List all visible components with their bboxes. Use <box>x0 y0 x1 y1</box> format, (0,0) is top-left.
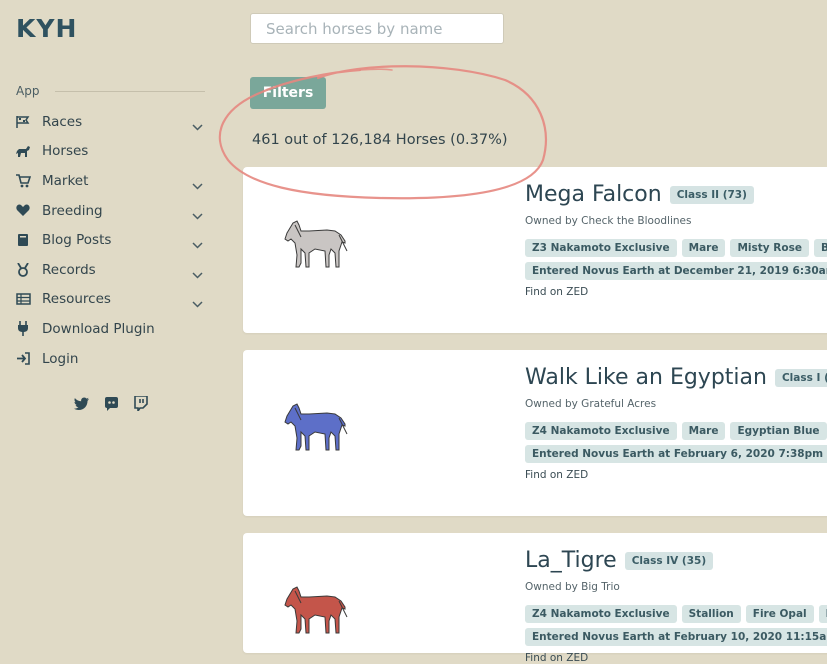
sidebar-item-login[interactable]: Login <box>0 344 225 374</box>
market-icon <box>15 173 31 189</box>
list-icon <box>15 291 31 307</box>
horse-tag: Egyptian Blue <box>730 422 827 440</box>
sidebar-item-label: Races <box>42 113 83 130</box>
social-links <box>73 395 149 411</box>
sidebar-item-breeding[interactable]: Breeding <box>0 196 225 226</box>
sidebar-item-label: Blog Posts <box>42 232 112 249</box>
entered-date-row: Entered Novus Earth at December 21, 2019… <box>525 259 827 280</box>
horse-image <box>279 394 351 456</box>
results-count: 461 out of 126,184 Horses (0.37%) <box>252 132 508 148</box>
sidebar-item-resources[interactable]: Resources <box>0 285 225 315</box>
sidebar: KYH App Races Horses Market Breeding Blog Po… <box>0 0 225 636</box>
entered-date-tag: Entered Novus Earth at February 10, 2020… <box>525 628 827 646</box>
horse-tag: Mare <box>681 239 726 257</box>
horse-card[interactable]: La_Tigre Class IV (35) Owned by Big Trio Z4… <box>243 533 827 664</box>
horse-tag: Misty Rose <box>730 239 809 257</box>
app-logo[interactable]: KYH <box>16 14 77 43</box>
chevron-down-icon[interactable] <box>192 293 204 308</box>
twitter-icon[interactable] <box>73 395 89 411</box>
horse-tag: Mare <box>681 422 726 440</box>
flag-icon <box>15 114 31 130</box>
chevron-down-icon[interactable] <box>192 234 204 249</box>
horse-name-row: Walk Like an Egyptian Class I (83) <box>525 365 827 390</box>
chevron-down-icon[interactable] <box>192 264 204 279</box>
horse-tag: Z4 Nakamoto Exclusive <box>525 422 677 440</box>
entered-date-row: Entered Novus Earth at February 6, 2020 … <box>525 442 827 463</box>
horse-name-row: La_Tigre Class IV (35) <box>525 548 714 573</box>
sidebar-item-records[interactable]: Records <box>0 255 225 285</box>
horse-name[interactable]: La_Tigre <box>525 548 617 573</box>
sidebar-item-horses[interactable]: Horses <box>0 137 225 167</box>
heart-icon <box>15 203 31 219</box>
find-on-zed-link[interactable]: Find on ZED <box>525 469 588 481</box>
sidebar-item-label: Breeding <box>42 202 103 219</box>
sidebar-item-label: Horses <box>42 143 89 160</box>
horse-image <box>279 577 351 639</box>
section-divider <box>55 91 205 92</box>
discord-icon[interactable] <box>103 395 119 411</box>
horse-tag: Z3 Nakamoto Exclusive <box>525 239 677 257</box>
horse-tag: Breed <box>818 605 827 623</box>
chevron-down-icon[interactable] <box>192 175 204 190</box>
horse-owner: Owned by Check the Bloodlines <box>525 215 692 227</box>
horse-tags: Z4 Nakamoto ExclusiveMareEgyptian BlueBr… <box>525 419 827 440</box>
chevron-down-icon[interactable] <box>192 205 204 220</box>
horse-image <box>279 211 351 273</box>
horse-name-row: Mega Falcon Class II (73) <box>525 182 754 207</box>
filters-button[interactable]: Filters <box>250 77 326 109</box>
twitch-icon[interactable] <box>133 395 149 411</box>
horse-tag: Fire Opal <box>745 605 814 623</box>
class-badge: Class I (83) <box>774 368 827 387</box>
sidebar-item-label: Market <box>42 172 89 189</box>
sidebar-item-download-plugin[interactable]: Download Plugin <box>0 314 225 344</box>
horse-name[interactable]: Mega Falcon <box>525 182 662 207</box>
sidebar-item-label: Records <box>42 261 96 278</box>
sidebar-item-races[interactable]: Races <box>0 107 225 137</box>
sidebar-item-label: Resources <box>42 291 111 308</box>
sidebar-item-market[interactable]: Market <box>0 166 225 196</box>
find-on-zed-link[interactable]: Find on ZED <box>525 286 588 298</box>
horse-card[interactable]: Walk Like an Egyptian Class I (83) Owned b… <box>243 350 827 516</box>
horse-card[interactable]: Mega Falcon Class II (73) Owned by Check t… <box>243 167 827 333</box>
class-badge: Class II (73) <box>669 185 754 204</box>
search-input[interactable] <box>250 13 504 44</box>
chevron-down-icon[interactable] <box>192 116 204 131</box>
horse-tags: Z4 Nakamoto ExclusiveStallionFire OpalBr… <box>525 602 827 623</box>
class-badge: Class IV (35) <box>624 551 714 570</box>
sidebar-nav: Races Horses Market Breeding Blog Posts Recor… <box>0 107 225 373</box>
horse-icon <box>15 143 31 159</box>
plug-icon <box>15 321 31 337</box>
entered-date-tag: Entered Novus Earth at February 6, 2020 … <box>525 445 827 463</box>
login-icon <box>15 351 31 367</box>
horse-owner: Owned by Grateful Acres <box>525 398 657 410</box>
horse-owner: Owned by Big Trio <box>525 581 620 593</box>
book-icon <box>15 232 31 248</box>
horse-tags: Z3 Nakamoto ExclusiveMareMisty Rose Breed… <box>525 236 827 257</box>
horse-tag: Z4 Nakamoto Exclusive <box>525 605 677 623</box>
horse-tag: Breedi <box>813 239 827 257</box>
horse-name[interactable]: Walk Like an Egyptian <box>525 365 767 390</box>
sidebar-item-blog-posts[interactable]: Blog Posts <box>0 225 225 255</box>
sidebar-item-label: Login <box>42 350 79 367</box>
sidebar-item-label: Download Plugin <box>42 320 155 337</box>
entered-date-tag: Entered Novus Earth at December 21, 2019… <box>525 262 827 280</box>
section-label-app: App <box>16 84 40 98</box>
horse-tag: Stallion <box>681 605 741 623</box>
find-on-zed-link[interactable]: Find on ZED <box>525 652 588 664</box>
medal-icon <box>15 262 31 278</box>
